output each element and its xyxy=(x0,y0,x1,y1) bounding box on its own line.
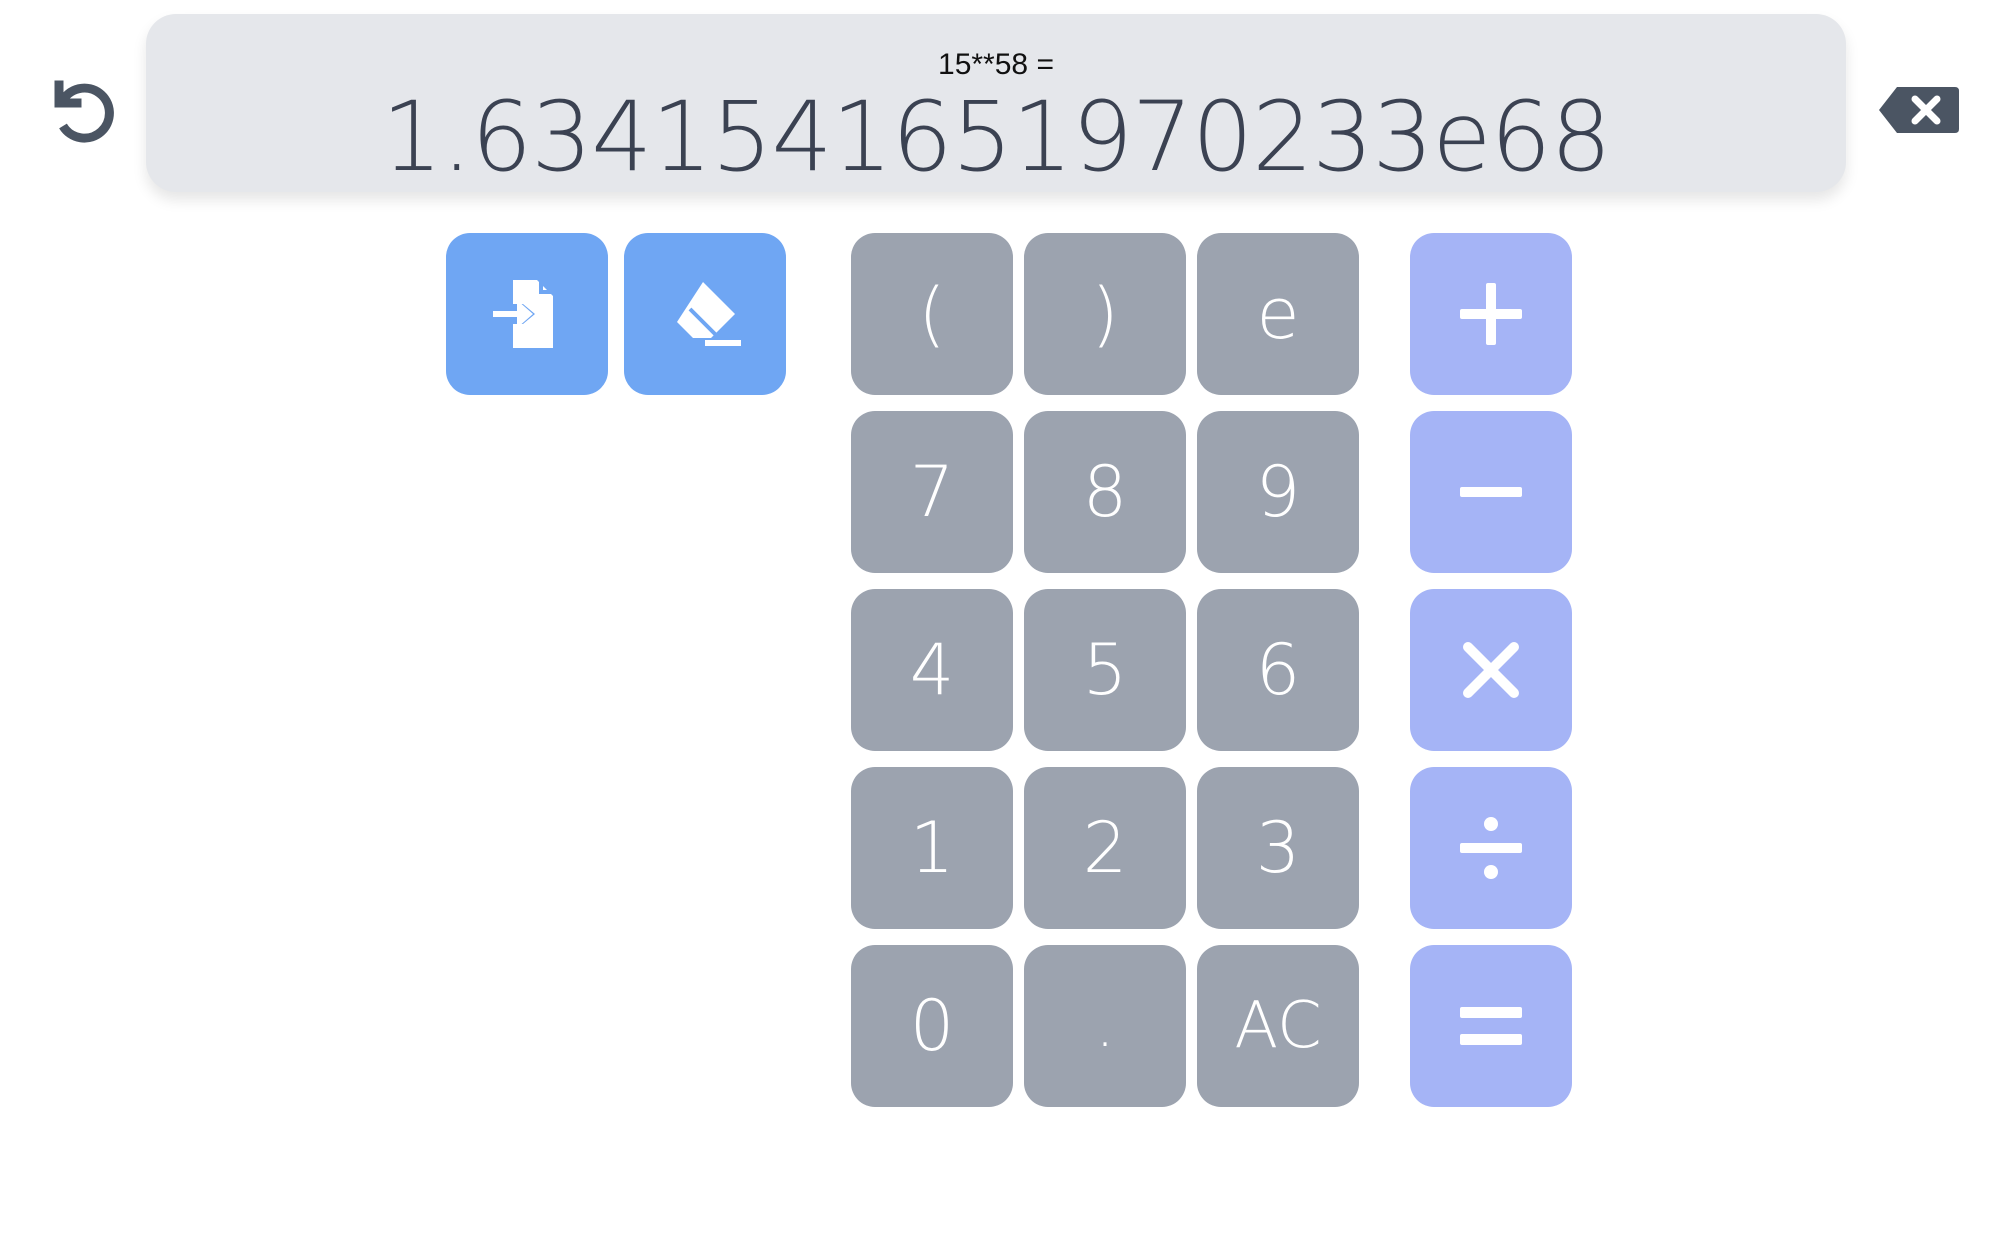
clear-entry-button[interactable] xyxy=(624,233,786,395)
expression-text: 15**58 = xyxy=(938,48,1054,81)
calculator-display: 15**58 = 1.6341541651970233e68 xyxy=(146,14,1846,192)
digit-7-key[interactable]: 7 xyxy=(851,411,1013,573)
add-key[interactable] xyxy=(1410,233,1572,395)
key-label: 5 xyxy=(1082,629,1128,711)
key-label: 3 xyxy=(1255,807,1301,889)
history-button[interactable] xyxy=(42,70,122,150)
key-label: e xyxy=(1256,273,1300,355)
decimal-point-key[interactable]: . xyxy=(1024,945,1186,1107)
file-import-icon xyxy=(493,280,553,348)
open-paren-key[interactable]: ( xyxy=(851,233,1013,395)
result-text: 1.6341541651970233e68 xyxy=(381,81,1611,193)
plus-icon xyxy=(1460,283,1522,345)
equals-key[interactable] xyxy=(1410,945,1572,1107)
digit-3-key[interactable]: 3 xyxy=(1197,767,1359,929)
key-label: ) xyxy=(1091,273,1119,355)
backspace-button[interactable] xyxy=(1874,82,1964,138)
multiply-key[interactable] xyxy=(1410,589,1572,751)
key-label: 4 xyxy=(909,629,955,711)
key-label: 1 xyxy=(909,807,955,889)
insert-button[interactable] xyxy=(446,233,608,395)
equals-icon xyxy=(1460,1007,1522,1045)
close-paren-key[interactable]: ) xyxy=(1024,233,1186,395)
digit-0-key[interactable]: 0 xyxy=(851,945,1013,1107)
digit-5-key[interactable]: 5 xyxy=(1024,589,1186,751)
backspace-icon xyxy=(1879,87,1959,133)
digit-4-key[interactable]: 4 xyxy=(851,589,1013,751)
divide-key[interactable] xyxy=(1410,767,1572,929)
times-icon xyxy=(1463,642,1519,698)
digit-6-key[interactable]: 6 xyxy=(1197,589,1359,751)
eraser-icon xyxy=(677,282,741,346)
key-label: 0 xyxy=(909,985,955,1067)
key-label: 9 xyxy=(1255,451,1301,533)
subtract-key[interactable] xyxy=(1410,411,1572,573)
digit-1-key[interactable]: 1 xyxy=(851,767,1013,929)
all-clear-key[interactable]: AC xyxy=(1197,945,1359,1107)
key-label: ( xyxy=(918,273,946,355)
key-label: 6 xyxy=(1255,629,1301,711)
key-label: 7 xyxy=(909,451,955,533)
key-label: 8 xyxy=(1082,451,1128,533)
divide-icon xyxy=(1460,817,1522,879)
key-label: . xyxy=(1095,991,1115,1061)
history-undo-icon xyxy=(54,80,114,143)
digit-9-key[interactable]: 9 xyxy=(1197,411,1359,573)
euler-key[interactable]: e xyxy=(1197,233,1359,395)
key-label: AC xyxy=(1234,989,1322,1063)
digit-8-key[interactable]: 8 xyxy=(1024,411,1186,573)
digit-2-key[interactable]: 2 xyxy=(1024,767,1186,929)
key-label: 2 xyxy=(1082,807,1128,889)
minus-icon xyxy=(1460,487,1522,497)
